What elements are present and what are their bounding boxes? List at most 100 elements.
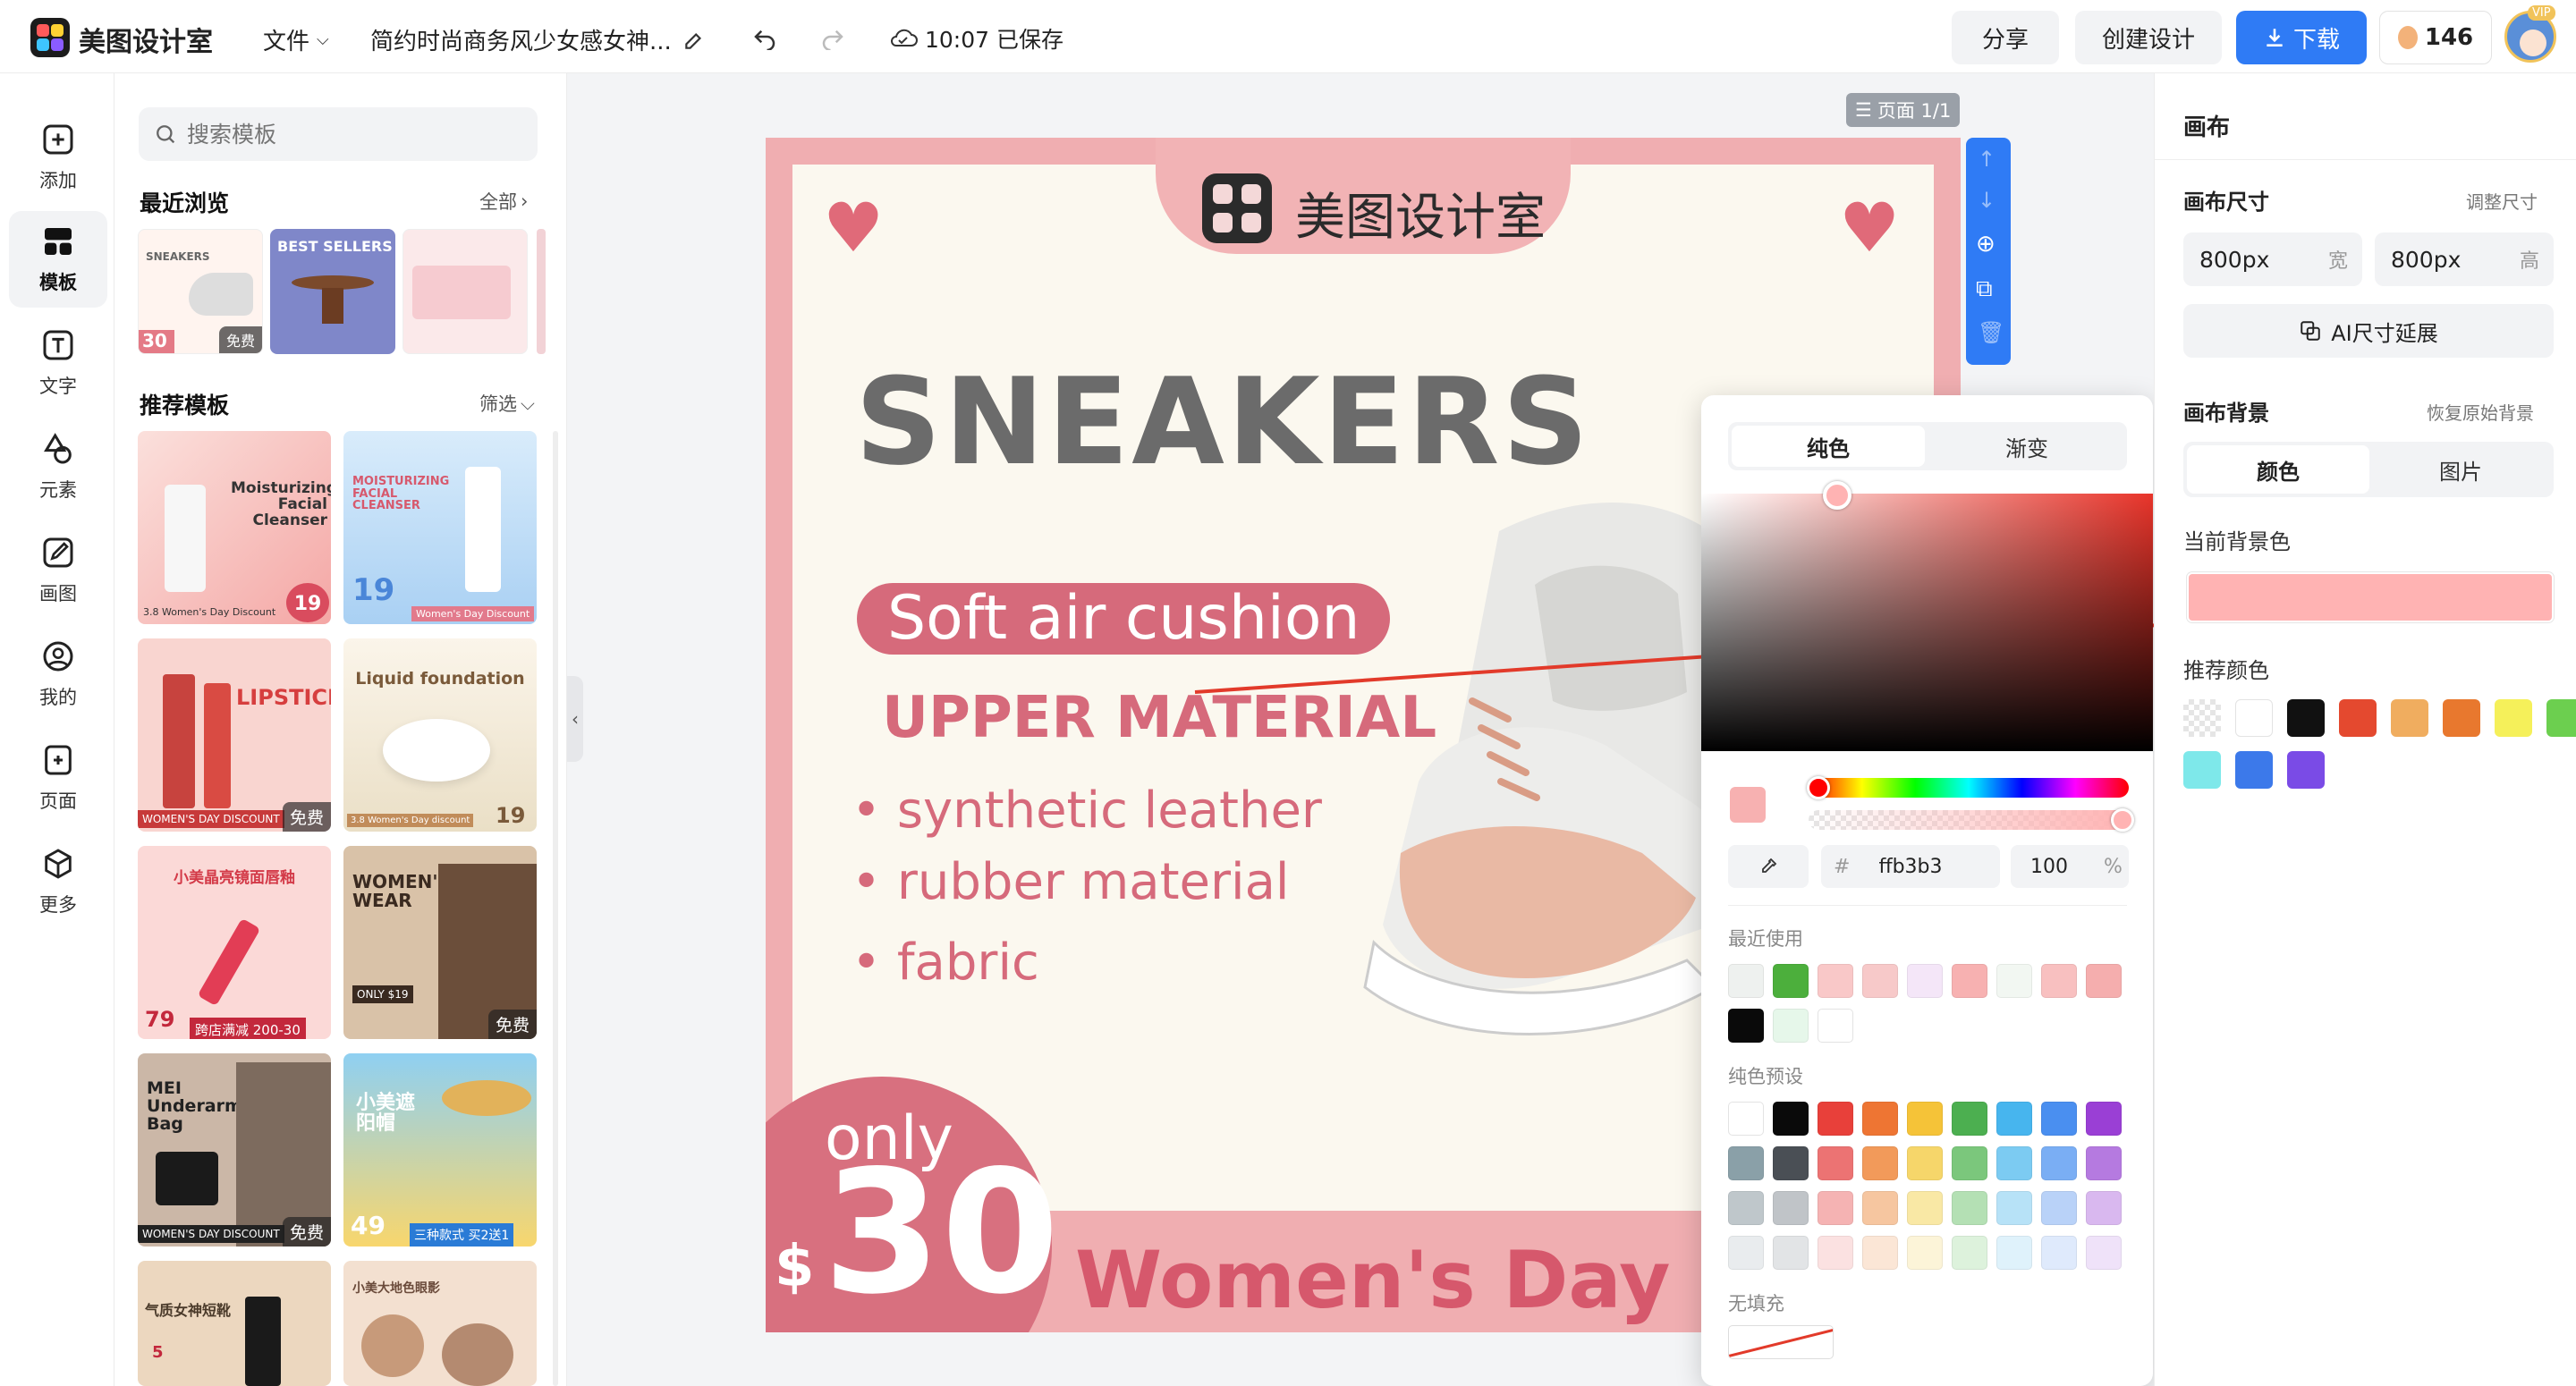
color-swatch[interactable]: [1818, 1146, 1853, 1180]
color-swatch[interactable]: [1818, 1191, 1853, 1225]
color-swatch[interactable]: [1818, 1102, 1853, 1136]
color-swatch[interactable]: [2235, 751, 2273, 789]
hue-slider[interactable]: [1809, 778, 2129, 798]
template-card[interactable]: MEI Underarm Bag WOMEN'S DAY DISCOUNT 免费: [138, 1053, 331, 1247]
color-swatch[interactable]: [2041, 1191, 2077, 1225]
color-swatch[interactable]: [2041, 1236, 2077, 1270]
color-swatch[interactable]: [2086, 1236, 2122, 1270]
current-bg-swatch[interactable]: [2187, 572, 2554, 622]
color-swatch[interactable]: [2041, 1146, 2077, 1180]
color-swatch[interactable]: [2391, 699, 2428, 737]
color-swatch[interactable]: [1996, 1191, 2032, 1225]
color-swatch[interactable]: [1996, 1102, 2032, 1136]
color-swatch[interactable]: [1728, 964, 1764, 998]
headline[interactable]: SNEAKERS: [855, 352, 1591, 492]
rail-mine[interactable]: 我的: [9, 626, 107, 723]
color-swatch[interactable]: [1728, 1146, 1764, 1180]
color-swatch[interactable]: [1952, 1102, 1987, 1136]
download-button[interactable]: 下载: [2236, 11, 2367, 64]
color-swatch[interactable]: [2086, 1102, 2122, 1136]
opacity-input[interactable]: 100 %: [2011, 845, 2129, 888]
ai-extend-button[interactable]: AI尺寸延展: [2183, 304, 2554, 358]
color-swatch[interactable]: [1728, 1191, 1764, 1225]
panel-collapse-handle[interactable]: ‹: [567, 676, 583, 762]
template-card[interactable]: MOISTURIZING FACIAL CLEANSER 19 Women's …: [343, 431, 537, 624]
color-swatch[interactable]: [2287, 751, 2325, 789]
rail-template[interactable]: 模板: [9, 211, 107, 308]
template-card[interactable]: WOMEN'S WEAR ONLY $19 免费: [343, 846, 537, 1039]
hex-input[interactable]: # ffb3b3: [1821, 845, 2000, 888]
rail-page[interactable]: 页面: [9, 730, 107, 826]
color-swatch[interactable]: [1773, 1102, 1809, 1136]
undo-icon[interactable]: [751, 23, 778, 50]
coins-button[interactable]: 146: [2379, 11, 2492, 64]
color-swatch[interactable]: [1952, 1191, 1987, 1225]
tab-solid[interactable]: 纯色: [1732, 426, 1925, 467]
move-up-icon[interactable]: ↑: [1978, 147, 1996, 172]
color-swatch[interactable]: [1818, 1009, 1853, 1043]
color-swatch[interactable]: [1862, 964, 1898, 998]
template-card[interactable]: 小美大地色眼影: [343, 1261, 537, 1386]
tab-image[interactable]: 图片: [2369, 445, 2552, 494]
color-swatch[interactable]: [1996, 964, 2032, 998]
color-swatch[interactable]: [1862, 1102, 1898, 1136]
dollar-sign[interactable]: $: [775, 1234, 815, 1300]
color-swatch[interactable]: [2041, 1102, 2077, 1136]
search-input[interactable]: [187, 121, 509, 148]
file-menu[interactable]: 文件 ⌵: [263, 23, 329, 56]
color-swatch[interactable]: [1907, 964, 1943, 998]
template-card[interactable]: LIPSTICK WOMEN'S DAY DISCOUNT 免费: [138, 638, 331, 832]
app-logo-icon[interactable]: [30, 18, 70, 57]
hue-handle[interactable]: [1807, 776, 1830, 799]
color-swatch[interactable]: [2443, 699, 2480, 737]
color-swatch[interactable]: [1773, 1009, 1809, 1043]
search-box[interactable]: [139, 107, 538, 161]
saturation-handle[interactable]: [1823, 481, 1852, 510]
color-swatch[interactable]: [1907, 1146, 1943, 1180]
color-swatch[interactable]: [2287, 699, 2325, 737]
bullet-item[interactable]: • synthetic leather: [852, 782, 1322, 840]
color-swatch[interactable]: [2339, 699, 2377, 737]
no-fill-swatch[interactable]: [1728, 1325, 1834, 1359]
color-swatch[interactable]: [2183, 751, 2221, 789]
color-swatch[interactable]: [1862, 1146, 1898, 1180]
template-card[interactable]: Moisturizing Facial Cleanser 19 3.8 Wome…: [138, 431, 331, 624]
bullet-item[interactable]: • fabric: [852, 934, 1039, 992]
color-swatch[interactable]: [1996, 1146, 2032, 1180]
color-swatch[interactable]: [1773, 964, 1809, 998]
color-swatch[interactable]: [2086, 1191, 2122, 1225]
add-page-icon[interactable]: ⊕: [1976, 231, 1996, 258]
color-swatch[interactable]: [1773, 1236, 1809, 1270]
recent-all-link[interactable]: 全部 ›: [479, 188, 528, 215]
tab-gradient[interactable]: 渐变: [1930, 426, 2123, 467]
duplicate-page-icon[interactable]: ⧉: [1976, 275, 1993, 303]
color-swatch[interactable]: [1728, 1009, 1764, 1043]
color-swatch[interactable]: [2235, 699, 2273, 737]
create-design-button[interactable]: 创建设计: [2075, 11, 2222, 64]
color-swatch[interactable]: [1952, 1236, 1987, 1270]
price-text[interactable]: 30: [823, 1139, 1059, 1326]
alpha-handle[interactable]: [2111, 808, 2134, 832]
tab-color[interactable]: 颜色: [2187, 445, 2369, 494]
filter-link[interactable]: 筛选 ⌵: [479, 390, 535, 417]
recent-template-3[interactable]: [402, 229, 528, 354]
color-swatch[interactable]: [1952, 964, 1987, 998]
color-swatch[interactable]: [1907, 1191, 1943, 1225]
restore-bg-link[interactable]: 恢复原始背景: [2427, 399, 2534, 425]
color-swatch[interactable]: [2086, 1146, 2122, 1180]
template-card[interactable]: 气质女神短靴 5: [138, 1261, 331, 1386]
color-swatch[interactable]: [1728, 1236, 1764, 1270]
color-swatch[interactable]: [2546, 699, 2576, 737]
panel-scrollbar[interactable]: [553, 431, 558, 1386]
eyedropper-button[interactable]: [1728, 845, 1809, 888]
color-swatch[interactable]: [1728, 1102, 1764, 1136]
color-swatch[interactable]: [1907, 1236, 1943, 1270]
color-swatch[interactable]: [1818, 964, 1853, 998]
rail-elements[interactable]: 元素: [9, 418, 107, 515]
rail-draw[interactable]: 画图: [9, 522, 107, 619]
share-button[interactable]: 分享: [1952, 11, 2059, 64]
move-down-icon[interactable]: ↓: [1978, 188, 1996, 213]
rail-more[interactable]: 更多: [9, 833, 107, 930]
delete-page-icon[interactable]: 🗑: [1978, 320, 2004, 345]
color-swatch[interactable]: [1862, 1191, 1898, 1225]
